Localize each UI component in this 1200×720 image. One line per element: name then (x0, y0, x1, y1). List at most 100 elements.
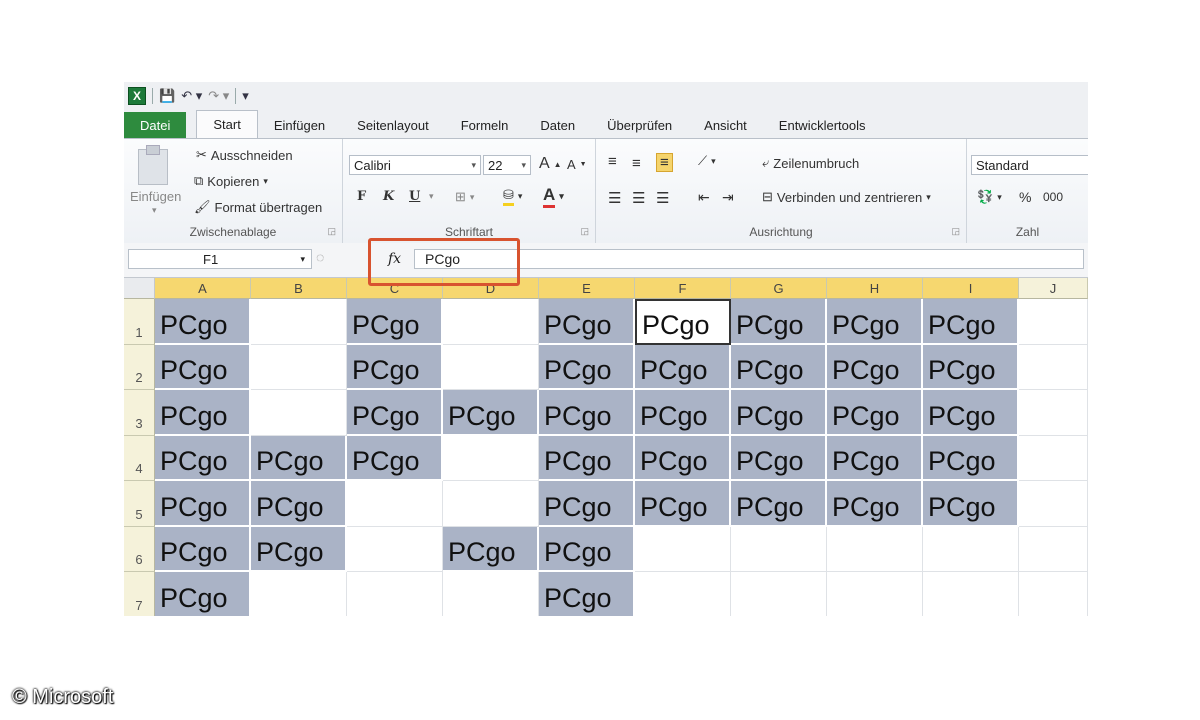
thousands-button[interactable]: 000 (1043, 190, 1063, 204)
cell-b6[interactable]: PCgo (251, 526, 347, 572)
row-header-4[interactable]: 4 (124, 435, 155, 481)
row-header-3[interactable]: 3 (124, 390, 155, 436)
column-header-j[interactable]: J (1019, 278, 1088, 299)
undo-icon[interactable]: ↶ ▾ (181, 88, 202, 104)
align-bottom-icon[interactable]: ≡ (656, 153, 673, 172)
cell-i4[interactable]: PCgo (923, 435, 1019, 481)
cell-g2[interactable]: PCgo (731, 344, 827, 390)
shrink-font-button[interactable]: A ▼ (567, 157, 587, 172)
cell-e7[interactable]: PCgo (539, 572, 635, 616)
cell-i3[interactable]: PCgo (923, 390, 1019, 436)
paste-dropdown-icon[interactable]: ▾ (152, 205, 157, 216)
select-all-corner[interactable] (124, 278, 155, 299)
copy-button[interactable]: ⧉ Kopieren ▾ (194, 173, 268, 189)
align-top-icon[interactable]: ≡ (608, 153, 617, 170)
font-size-combo[interactable]: 22 ▾ (483, 155, 531, 175)
cell-i1[interactable]: PCgo (923, 299, 1019, 345)
tab-start[interactable]: Start (196, 110, 258, 138)
tab-einfuegen[interactable]: Einfügen (258, 112, 341, 138)
cell-e1[interactable]: PCgo (539, 299, 635, 345)
cell-i5[interactable]: PCgo (923, 481, 1019, 527)
tab-entwicklertools[interactable]: Entwicklertools (763, 112, 882, 138)
cell-g4[interactable]: PCgo (731, 435, 827, 481)
cell-j7[interactable] (1019, 572, 1088, 616)
cell-c7[interactable] (347, 572, 443, 616)
save-icon[interactable]: 💾 (159, 88, 175, 104)
cell-f1[interactable]: PCgo (635, 299, 731, 345)
cell-g3[interactable]: PCgo (731, 390, 827, 436)
cell-a5[interactable]: PCgo (155, 481, 251, 527)
cell-i6[interactable] (923, 526, 1019, 572)
cell-d3[interactable]: PCgo (443, 390, 539, 436)
column-header-a[interactable]: A (155, 278, 251, 299)
percent-button[interactable]: % (1019, 189, 1031, 205)
cell-a2[interactable]: PCgo (155, 344, 251, 390)
format-painter-button[interactable]: 🖌 Format übertragen (194, 199, 322, 215)
cell-c3[interactable]: PCgo (347, 390, 443, 436)
cell-j6[interactable] (1019, 526, 1088, 572)
orientation-button[interactable]: ⟋ ▾ (698, 153, 716, 169)
cell-b7[interactable] (251, 572, 347, 616)
align-left-icon[interactable]: ☰ (608, 189, 621, 207)
fill-color-button[interactable]: ⛁ ▾ (503, 187, 522, 206)
cell-b2[interactable] (251, 344, 347, 390)
cell-j1[interactable] (1019, 299, 1088, 345)
cell-c2[interactable]: PCgo (347, 344, 443, 390)
borders-button[interactable]: ⊞ ▾ (455, 189, 474, 205)
align-middle-icon[interactable]: ≡ (632, 155, 641, 172)
row-header-1[interactable]: 1 (124, 299, 155, 345)
cell-a6[interactable]: PCgo (155, 526, 251, 572)
font-name-combo[interactable]: Calibri ▾ (349, 155, 481, 175)
cell-f6[interactable] (635, 526, 731, 572)
cell-d7[interactable] (443, 572, 539, 616)
number-format-combo[interactable]: Standard (971, 155, 1088, 175)
cell-a3[interactable]: PCgo (155, 390, 251, 436)
column-header-g[interactable]: G (731, 278, 827, 299)
cell-b1[interactable] (251, 299, 347, 345)
column-header-h[interactable]: H (827, 278, 923, 299)
column-header-i[interactable]: I (923, 278, 1019, 299)
cell-c1[interactable]: PCgo (347, 299, 443, 345)
dialog-launcher-icon[interactable]: ◲ (327, 226, 336, 237)
cell-h7[interactable] (827, 572, 923, 616)
bold-button[interactable]: F (357, 189, 366, 204)
italic-button[interactable]: K (383, 189, 394, 204)
cell-a7[interactable]: PCgo (155, 572, 251, 616)
cell-j5[interactable] (1019, 481, 1088, 527)
align-center-icon[interactable]: ☰ (632, 189, 645, 207)
cell-i2[interactable]: PCgo (923, 344, 1019, 390)
cell-d1[interactable] (443, 299, 539, 345)
cell-g7[interactable] (731, 572, 827, 616)
underline-dropdown-icon[interactable]: ▾ (429, 191, 434, 202)
cell-a1[interactable]: PCgo (155, 299, 251, 345)
cell-b5[interactable]: PCgo (251, 481, 347, 527)
align-right-icon[interactable]: ☰ (656, 189, 669, 207)
cell-d4[interactable] (443, 435, 539, 481)
cell-e6[interactable]: PCgo (539, 526, 635, 572)
cell-g1[interactable]: PCgo (731, 299, 827, 345)
cell-f4[interactable]: PCgo (635, 435, 731, 481)
dialog-launcher-icon[interactable]: ◲ (951, 226, 960, 237)
cell-g5[interactable]: PCgo (731, 481, 827, 527)
customize-qat-icon[interactable]: ▾ (242, 88, 249, 104)
cell-e5[interactable]: PCgo (539, 481, 635, 527)
cell-e4[interactable]: PCgo (539, 435, 635, 481)
tab-ueberpruefen[interactable]: Überprüfen (591, 112, 688, 138)
paste-button[interactable]: Einfügen (130, 189, 181, 204)
column-header-f[interactable]: F (635, 278, 731, 299)
tab-daten[interactable]: Daten (524, 112, 591, 138)
formula-splitter-icon[interactable]: ◌ (316, 249, 324, 265)
cell-g6[interactable] (731, 526, 827, 572)
cell-i7[interactable] (923, 572, 1019, 616)
cell-b3[interactable] (251, 390, 347, 436)
redo-icon[interactable]: ↷ ▾ (208, 88, 229, 104)
cell-j2[interactable] (1019, 344, 1088, 390)
increase-indent-icon[interactable]: ⇥ (722, 189, 734, 206)
cell-h6[interactable] (827, 526, 923, 572)
cell-a4[interactable]: PCgo (155, 435, 251, 481)
cell-b4[interactable]: PCgo (251, 435, 347, 481)
cell-h5[interactable]: PCgo (827, 481, 923, 527)
decrease-indent-icon[interactable]: ⇤ (698, 189, 710, 206)
cell-h1[interactable]: PCgo (827, 299, 923, 345)
cell-c5[interactable] (347, 481, 443, 527)
